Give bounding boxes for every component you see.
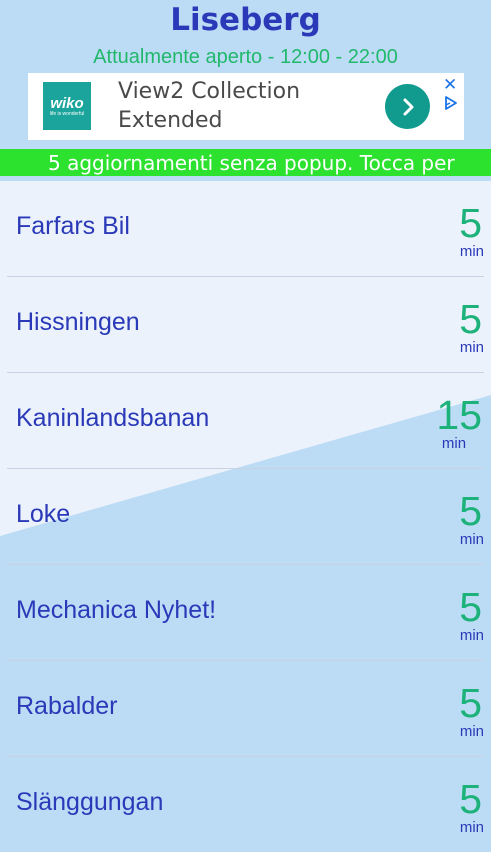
wait-time-value: 15: [436, 392, 482, 438]
ride-row[interactable]: Hissningen 5 min: [7, 277, 484, 373]
wait-time: 5 min: [424, 490, 484, 548]
ride-row[interactable]: Slänggungan 5 min: [7, 757, 484, 852]
wait-time-value: 5: [459, 776, 482, 822]
wait-time-unit: min: [459, 339, 484, 356]
ad-banner[interactable]: wiko life is wonderful View2 Collection …: [28, 73, 464, 140]
app-header: Liseberg Attualmente aperto - 12:00 - 22…: [0, 0, 491, 149]
ride-row[interactable]: Rabalder 5 min: [7, 661, 484, 757]
ride-row[interactable]: Mechanica Nyhet! 5 min: [7, 565, 484, 661]
ride-name: Kaninlandsbanan: [16, 404, 210, 432]
wait-time-unit: min: [459, 627, 484, 644]
chevron-right-icon: [403, 98, 413, 115]
ad-headline-line2: Extended: [118, 108, 223, 133]
updates-banner[interactable]: 5 aggiornamenti senza popup. Tocca per: [0, 149, 491, 176]
opening-hours-status: Attualmente aperto - 12:00 - 22:00: [93, 46, 398, 68]
ride-row[interactable]: Loke 5 min: [7, 469, 484, 565]
ride-row[interactable]: Farfars Bil 5 min: [7, 181, 484, 277]
ad-headline-line1: View2 Collection: [118, 79, 301, 104]
ride-name: Farfars Bil: [16, 212, 130, 240]
ad-headline: View2 Collection Extended: [118, 77, 378, 135]
wait-time: 5 min: [424, 298, 484, 356]
ride-name: Loke: [16, 500, 71, 528]
page-title: Liseberg: [170, 2, 321, 38]
ride-list[interactable]: Farfars Bil 5 min Hissningen 5 min Kanin…: [0, 181, 491, 852]
ad-brand-logo: wiko life is wonderful: [43, 82, 91, 130]
wait-time-value: 5: [459, 680, 482, 726]
ride-name: Hissningen: [16, 308, 140, 336]
ride-name: Mechanica Nyhet!: [16, 596, 217, 624]
wait-time-unit: min: [459, 723, 484, 740]
ad-choices-icon[interactable]: [444, 95, 458, 111]
wait-time-unit: min: [441, 435, 467, 452]
wait-time-value: 5: [459, 488, 482, 534]
wait-time-unit: min: [459, 243, 484, 260]
updates-banner-text: 5 aggiornamenti senza popup. Tocca per: [48, 151, 455, 175]
ad-open-button[interactable]: [385, 84, 430, 129]
wait-time: 5 min: [424, 202, 484, 260]
wait-time-value: 5: [459, 200, 482, 246]
wait-time-value: 5: [459, 296, 482, 342]
wait-time: 5 min: [424, 682, 484, 740]
ride-name: Slänggungan: [16, 788, 164, 816]
wait-time: 15 min: [424, 394, 484, 452]
wait-time-unit: min: [459, 819, 484, 836]
ad-close-icon[interactable]: ✕: [443, 75, 457, 95]
wait-time: 5 min: [424, 778, 484, 836]
wait-time-value: 5: [459, 584, 482, 630]
wait-time: 5 min: [424, 586, 484, 644]
wait-time-unit: min: [459, 531, 484, 548]
ride-row[interactable]: Kaninlandsbanan 15 min: [7, 373, 484, 469]
ride-name: Rabalder: [16, 692, 118, 720]
